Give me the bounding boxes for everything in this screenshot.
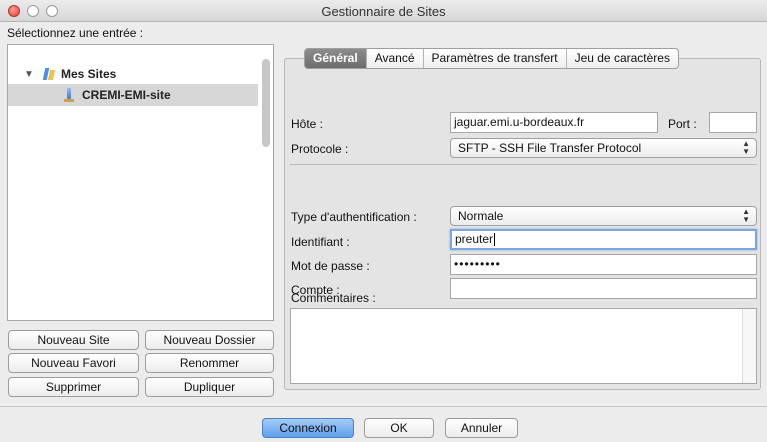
tab-advanced[interactable]: Avancé xyxy=(367,49,424,68)
site-tree[interactable]: ▼ Mes Sites CREMI-EMI-site xyxy=(7,44,274,321)
rename-button[interactable]: Renommer xyxy=(145,353,274,373)
tab-transfer-settings[interactable]: Paramètres de transfert xyxy=(424,49,567,68)
connect-button[interactable]: Connexion xyxy=(262,418,354,438)
username-input-value: preuter xyxy=(455,232,494,246)
tree-scrollbar[interactable] xyxy=(262,59,270,147)
port-label: Port : xyxy=(668,117,697,131)
text-caret xyxy=(494,233,496,247)
tree-item-cremi-emi-site[interactable]: CREMI-EMI-site xyxy=(8,84,258,106)
ok-button[interactable]: OK xyxy=(364,418,434,438)
auth-type-select[interactable]: Normale ▲ ▼ xyxy=(450,206,757,226)
tab-general[interactable]: Général xyxy=(305,49,367,68)
protocol-label: Protocole : xyxy=(291,142,349,156)
host-label: Hôte : xyxy=(291,117,324,131)
new-folder-button[interactable]: Nouveau Dossier xyxy=(145,330,274,350)
tab-bar: Général Avancé Paramètres de transfert J… xyxy=(304,48,679,69)
disclosure-triangle-icon[interactable]: ▼ xyxy=(24,69,40,80)
select-entry-label: Sélectionnez une entrée : xyxy=(7,26,144,40)
auth-type-label: Type d'authentification : xyxy=(291,210,417,224)
tab-charset[interactable]: Jeu de caractères xyxy=(567,49,678,68)
account-input[interactable] xyxy=(450,278,757,299)
duplicate-button[interactable]: Dupliquer xyxy=(145,377,274,397)
protocol-select-value: SFTP - SSH File Transfer Protocol xyxy=(458,141,642,155)
new-site-button[interactable]: Nouveau Site xyxy=(8,330,139,350)
password-input[interactable]: ••••••••• xyxy=(450,254,757,275)
username-label: Identifiant : xyxy=(291,235,350,249)
username-input[interactable]: preuter xyxy=(450,229,757,250)
tree-item-label: Mes Sites xyxy=(61,67,117,81)
tree-item-mes-sites[interactable]: ▼ Mes Sites xyxy=(24,63,116,85)
delete-button[interactable]: Supprimer xyxy=(8,377,139,397)
folder-icon xyxy=(40,68,56,80)
comments-label-text: Commentaires : xyxy=(291,291,376,305)
bottom-divider xyxy=(0,406,767,407)
password-label: Mot de passe : xyxy=(291,259,370,273)
protocol-select[interactable]: SFTP - SSH File Transfer Protocol ▲ ▼ xyxy=(450,138,757,158)
new-bookmark-button[interactable]: Nouveau Favori xyxy=(8,353,139,373)
auth-type-select-value: Normale xyxy=(458,209,504,223)
site-icon xyxy=(64,88,74,102)
comments-textarea[interactable] xyxy=(290,308,757,384)
tree-item-label: CREMI-EMI-site xyxy=(82,88,171,102)
divider xyxy=(290,164,757,165)
window-title: Gestionnaire de Sites xyxy=(321,4,446,19)
cancel-button[interactable]: Annuler xyxy=(445,418,518,438)
port-input[interactable] xyxy=(709,112,757,133)
select-arrows-icon: ▲ ▼ xyxy=(742,139,750,156)
comments-scrollbar[interactable] xyxy=(742,309,756,383)
title-bar: Gestionnaire de Sites xyxy=(0,0,767,22)
host-input[interactable]: jaguar.emi.u-bordeaux.fr xyxy=(450,112,658,133)
select-arrows-icon: ▲ ▼ xyxy=(742,207,750,224)
